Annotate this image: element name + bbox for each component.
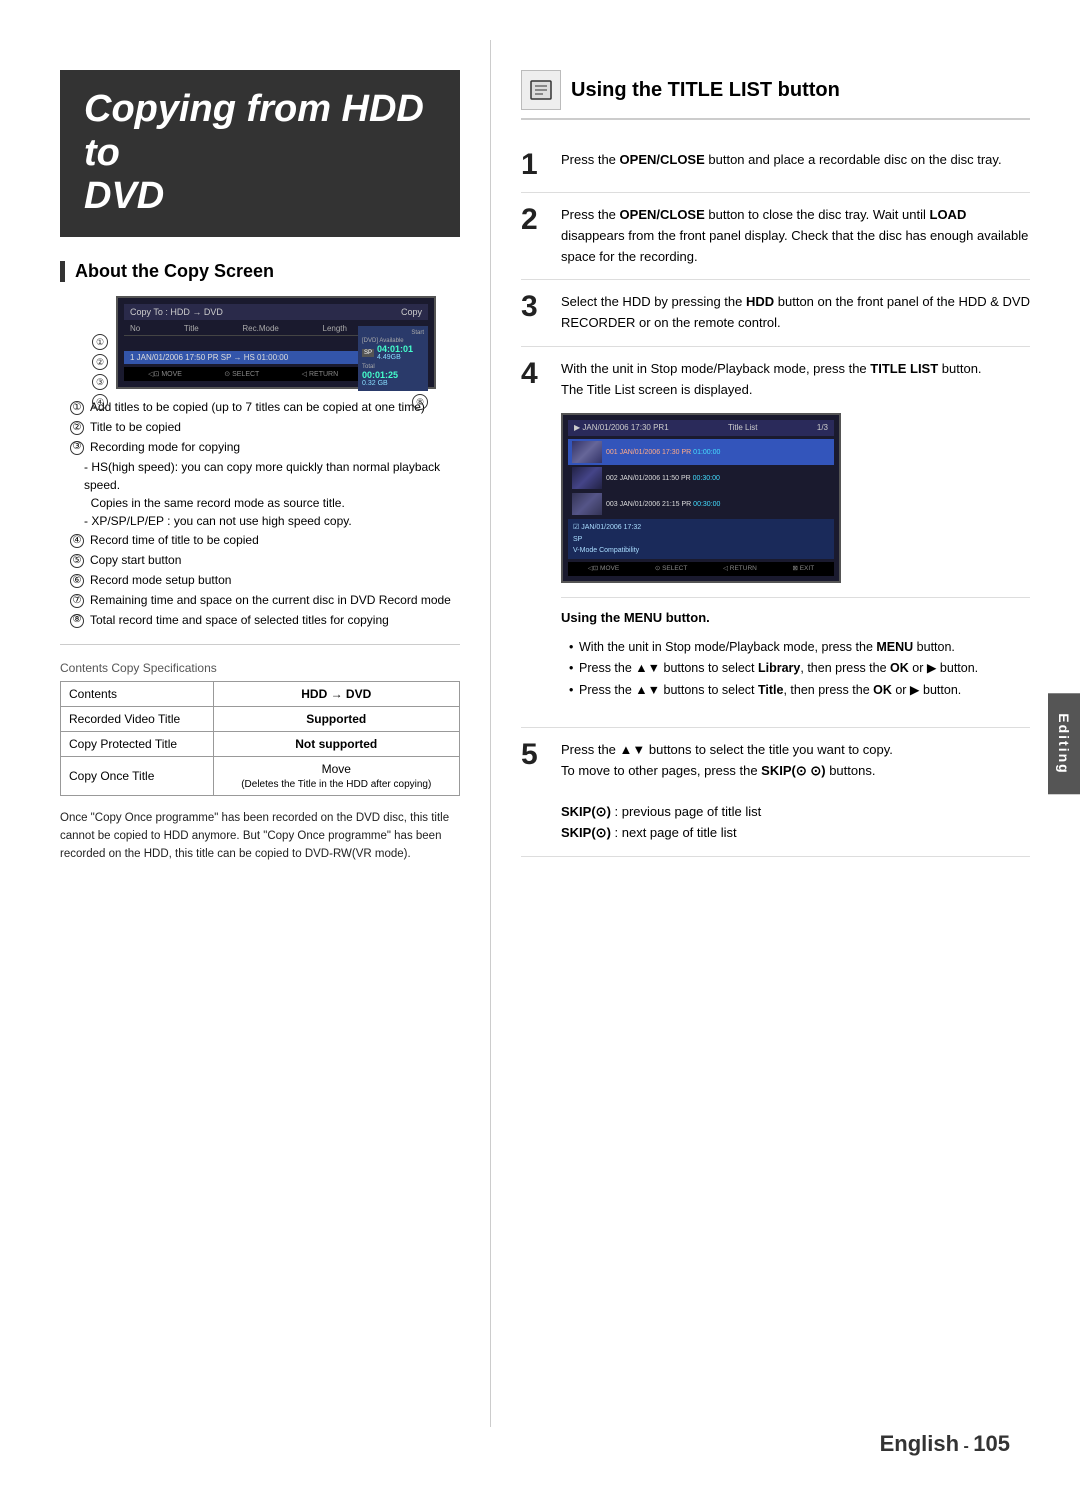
editing-tab: Editing: [1048, 693, 1080, 794]
step-4: 4 With the unit in Stop mode/Playback mo…: [521, 347, 1030, 728]
ann-1: ①: [92, 334, 108, 350]
legend-item-2: ② Title to be copied: [70, 419, 460, 436]
menu-item-2: Press the ▲▼ buttons to select Library, …: [569, 658, 1030, 679]
specs-header-row: Contents HDD → DVD: [61, 682, 460, 707]
specs-row-copy-protected: Copy Protected Title Not supported: [61, 732, 460, 757]
step-1: 1 Press the OPEN/CLOSE button and place …: [521, 138, 1030, 193]
page-title: Copying from HDD to DVD: [84, 88, 436, 219]
copy-screen-right-panel: Start [DVD] Available SP 04:01:01 4.49GB: [358, 326, 428, 391]
title-list-screen-diagram: ▶ JAN/01/2006 17:30 PR1 Title List 1/3 0…: [561, 413, 841, 584]
total-section: Total 00:01:25 0.32 GB: [362, 364, 424, 387]
legend-item-7: ⑦ Remaining time and space on the curren…: [70, 592, 460, 609]
copy-screen-diagram: ① ② ③ ④ ⑤ ⑥ ⑦ ⑧ Copy To : HDD → DVD Copy…: [90, 296, 430, 389]
tl-row-1: 001 JAN/01/2006 17:30 PR 01:00:00: [568, 439, 834, 465]
menu-list: With the unit in Stop mode/Playback mode…: [561, 637, 1030, 701]
left-column: Copying from HDD to DVD About the Copy S…: [0, 40, 490, 1427]
title-list-heading: Using the TITLE LIST button: [571, 79, 840, 102]
list-icon: [529, 78, 553, 102]
legend-item-5: ⑤ Copy start button: [70, 552, 460, 569]
annotation-legend: ① Add titles to be copied (up to 7 title…: [60, 399, 460, 628]
step-3: 3 Select the HDD by pressing the HDD but…: [521, 280, 1030, 347]
legend-item-3a: - HS(high speed): you can copy more quic…: [70, 458, 460, 530]
specs-row-copy-once: Copy Once Title Move(Deletes the Title i…: [61, 757, 460, 796]
step-2: 2 Press the OPEN/CLOSE button to close t…: [521, 193, 1030, 280]
ann-4: ④: [92, 394, 108, 410]
copy-screen-heading: About the Copy Screen: [75, 261, 274, 282]
right-column: Using the TITLE LIST button 1 Press the …: [490, 40, 1080, 1427]
tl-side-info: ☑ JAN/01/2006 17:32 SP V-Mode Compatibil…: [568, 519, 834, 559]
page-title-block: Copying from HDD to DVD: [60, 70, 460, 237]
specs-table: Contents HDD → DVD Recorded Video Title …: [60, 681, 460, 796]
footnote: Once "Copy Once programme" has been reco…: [60, 810, 460, 863]
dvd-available: [DVD] Available SP 04:01:01 4.49GB: [362, 338, 424, 361]
specs-row-recorded: Recorded Video Title Supported: [61, 707, 460, 732]
ann-8: ⑧: [412, 394, 428, 410]
menu-section-title: Using the MENU button.: [561, 608, 1030, 629]
legend-item-3: ③ Recording mode for copying: [70, 439, 460, 456]
page-number: English - 105: [880, 1431, 1010, 1457]
legend-item-1: ① Add titles to be copied (up to 7 title…: [70, 399, 460, 416]
ann-2: ②: [92, 354, 108, 370]
tl-row-2: 002 JAN/01/2006 11:50 PR 00:30:00: [568, 465, 834, 491]
menu-section: Using the MENU button. With the unit in …: [561, 597, 1030, 701]
ann-3: ③: [92, 374, 108, 390]
step-5: 5 Press the ▲▼ buttons to select the tit…: [521, 728, 1030, 857]
legend-item-4: ④ Record time of title to be copied: [70, 532, 460, 549]
title-list-icon: [521, 70, 561, 110]
legend-item-8: ⑧ Total record time and space of selecte…: [70, 612, 460, 629]
specs-label: Contents Copy Specifications: [60, 661, 460, 675]
copy-screen-section-heading: About the Copy Screen: [60, 261, 460, 282]
divider-1: [60, 644, 460, 645]
copy-screen-body: Add a list 1 JAN/01/2006 17:50 PR SP → H…: [124, 336, 428, 364]
menu-item-1: With the unit in Stop mode/Playback mode…: [569, 637, 1030, 658]
specs-col-contents: Contents: [61, 682, 214, 707]
tl-nav: ◁⊡ MOVE ⊙ SELECT ◁ RETURN ⊠ EXIT: [568, 562, 834, 576]
menu-item-3: Press the ▲▼ buttons to select Title, th…: [569, 680, 1030, 701]
tl-row-3: 003 JAN/01/2006 21:15 PR 00:30:00: [568, 491, 834, 517]
title-list-section-heading: Using the TITLE LIST button: [521, 70, 1030, 120]
copy-screen-image: Copy To : HDD → DVD Copy No Title Rec.Mo…: [116, 296, 436, 389]
copy-screen-header: Copy To : HDD → DVD Copy: [124, 304, 428, 320]
specs-col-hdd-dvd: HDD → DVD: [213, 682, 459, 707]
legend-item-6: ⑥ Record mode setup button: [70, 572, 460, 589]
